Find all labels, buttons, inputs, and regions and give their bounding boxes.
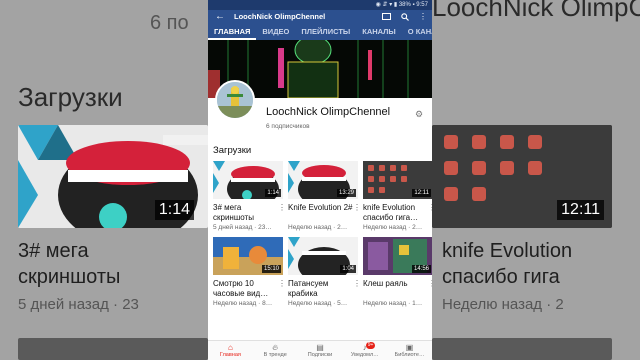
video-thumbnail[interactable]: 14:56 <box>363 237 432 275</box>
settings-gear-icon[interactable]: ⚙ <box>415 109 423 120</box>
tab-about[interactable]: О КАНАЛЕ <box>402 24 432 40</box>
nav-notifications[interactable]: ♪ 9+ Уведомл… <box>342 341 387 360</box>
video-title[interactable]: knife Evolution спасибо гига… <box>363 203 432 223</box>
trending-icon: 🔥︎ <box>272 343 279 352</box>
background-thumbnail-left-2 <box>18 338 208 360</box>
video-duration: 1:14 <box>265 189 281 197</box>
background-title-left-2: скриншоты <box>18 266 121 288</box>
video-thumbnail[interactable]: 13:29 <box>288 161 358 199</box>
search-icon[interactable] <box>401 10 409 24</box>
nav-label: Библиоте… <box>394 352 425 358</box>
channel-name: LoochNick OlimpChennel <box>266 106 391 118</box>
bottom-navigation: ⌂ Главная 🔥︎ В тренде ▤ Подписки ♪ 9+ Ув… <box>208 340 432 360</box>
video-title[interactable]: Клеш раяль <box>363 279 432 299</box>
tab-channels[interactable]: КАНАЛЫ <box>356 24 402 40</box>
channel-avatar[interactable] <box>215 80 255 120</box>
nav-library[interactable]: ▣ Библиоте… <box>387 341 432 360</box>
nav-label: Главная <box>219 352 241 358</box>
background-meta-left: 5 дней назад · 23 <box>18 296 139 313</box>
video-meta: Неделю назад · 5… <box>288 300 348 307</box>
video-thumbnail[interactable]: 15:10 <box>213 237 283 275</box>
video-thumbnail[interactable]: 1:04 <box>288 237 358 275</box>
background-left-panel: 6 по Загрузки 1:14 3# мега скриншоты 5 д… <box>0 0 208 360</box>
video-meta: Неделю назад · 1… <box>363 300 423 307</box>
video-card[interactable]: 13:29 Knife Evolution 2# Неделю назад · … <box>288 161 361 232</box>
background-title-left-1: 3# мега <box>18 240 89 262</box>
tab-home[interactable]: ГЛАВНАЯ <box>208 24 257 40</box>
video-meta: 5 дней назад · 23… <box>213 224 272 231</box>
app-bar: ← LoochNick OlimpChennel ⋮ <box>208 10 432 24</box>
nav-label: Уведомл… <box>350 352 379 358</box>
video-duration: 1:04 <box>340 265 356 273</box>
video-thumbnail[interactable]: 1:14 <box>213 161 283 199</box>
status-bar: ◉ ⇵ ▾ ▮ 38% ▪ 9:57 <box>208 0 432 10</box>
tab-playlists[interactable]: ПЛЕЙЛИСТЫ <box>295 24 356 40</box>
video-more-icon[interactable]: ⋮ <box>278 279 286 288</box>
background-thumbnail-right-2 <box>432 338 612 360</box>
nav-label: Подписки <box>307 352 333 358</box>
video-card[interactable]: 1:04 Патансуем крабика Неделю назад · 5…… <box>288 237 361 308</box>
background-thumbnail-left: 1:14 <box>18 125 208 228</box>
video-meta: Неделю назад · 8… <box>213 300 273 307</box>
video-duration: 13:29 <box>336 189 356 197</box>
video-card[interactable]: 1:14 3# мега скриншоты 5 дней назад · 23… <box>213 161 286 232</box>
background-duration-left: 1:14 <box>154 200 194 220</box>
nav-subscriptions[interactable]: ▤ Подписки <box>298 341 343 360</box>
nav-trending[interactable]: 🔥︎ В тренде <box>253 341 298 360</box>
nav-label: В тренде <box>263 352 287 358</box>
bell-icon: ♪ <box>362 343 367 352</box>
video-duration: 15:10 <box>261 265 281 273</box>
video-duration: 14:56 <box>411 265 431 273</box>
video-more-icon[interactable]: ⋮ <box>278 203 286 212</box>
background-section-title: Загрузки <box>18 82 123 112</box>
cast-icon[interactable] <box>382 10 391 24</box>
video-meta: Неделю назад · 2… <box>288 224 348 231</box>
home-icon: ⌂ <box>227 343 233 352</box>
background-meta-right: Неделю назад · 2 <box>442 296 564 313</box>
more-icon[interactable]: ⋮ <box>419 10 427 24</box>
background-title-right-1: knife Evolution <box>442 240 573 262</box>
video-more-icon[interactable]: ⋮ <box>428 203 432 212</box>
background-channel-fragment: LoochNick OlimpChennel <box>432 0 640 22</box>
library-icon: ▣ <box>405 343 414 352</box>
video-thumbnail[interactable]: 12:11 <box>363 161 432 199</box>
back-arrow-icon[interactable]: ← <box>215 10 225 24</box>
video-more-icon[interactable]: ⋮ <box>428 279 432 288</box>
phone-screen: ◉ ⇵ ▾ ▮ 38% ▪ 9:57 ← LoochNick OlimpChen… <box>208 0 432 360</box>
video-meta: Неделю назад · 2… <box>363 224 423 231</box>
background-subscribers-fragment: 6 по <box>150 12 189 34</box>
video-title[interactable]: Патансуем крабика <box>288 279 358 299</box>
subscriptions-icon: ▤ <box>316 343 324 352</box>
video-card[interactable]: 14:56 Клеш раяль Неделю назад · 1… ⋮ <box>363 237 432 308</box>
video-card[interactable]: 12:11 knife Evolution спасибо гига… Неде… <box>363 161 432 232</box>
tab-videos[interactable]: ВИДЕО <box>256 24 295 40</box>
app-bar-title: LoochNick OlimpChennel <box>234 12 326 21</box>
video-more-icon[interactable]: ⋮ <box>353 203 361 212</box>
video-title[interactable]: Смотрю 10 часовые вид… <box>213 279 283 299</box>
nav-home[interactable]: ⌂ Главная <box>208 341 253 360</box>
video-more-icon[interactable]: ⋮ <box>353 279 361 288</box>
subscriber-count: 6 подписчиков <box>266 123 310 130</box>
section-title-uploads: Загрузки <box>213 145 252 156</box>
video-card[interactable]: 15:10 Смотрю 10 часовые вид… Неделю наза… <box>213 237 286 308</box>
video-title[interactable]: 3# мега скриншоты <box>213 203 283 223</box>
background-thumbnail-right: 12:11 <box>432 125 612 228</box>
channel-tabs: ГЛАВНАЯ ВИДЕО ПЛЕЙЛИСТЫ КАНАЛЫ О КАНАЛЕ <box>208 24 432 40</box>
background-title-right-2: спасибо гига <box>442 266 560 288</box>
status-indicators: ◉ ⇵ ▾ ▮ 38% ▪ 9:57 <box>375 2 428 8</box>
background-duration-right: 12:11 <box>557 200 604 220</box>
video-title[interactable]: Knife Evolution 2# <box>288 203 358 223</box>
background-right-panel: LoochNick OlimpChennel 12:11 knife Evolu… <box>432 0 640 360</box>
video-duration: 12:11 <box>412 189 431 197</box>
